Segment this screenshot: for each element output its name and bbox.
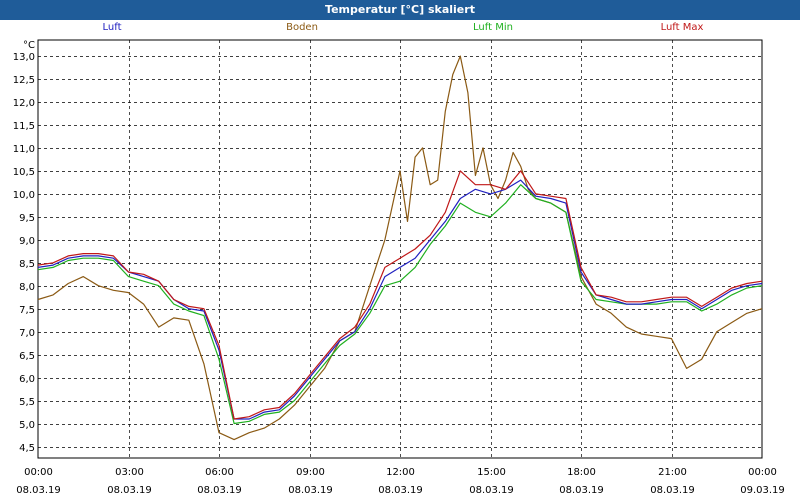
chart-window: Temperatur [°C] skaliert Luft Boden Luft M… [0,0,800,500]
y-tick-label: 12,5 [13,75,35,86]
x-tick-time: 12:00 [386,467,415,478]
y-tick-label: 9,0 [19,236,35,247]
y-tick-label: 5,0 [19,420,35,431]
y-tick-label: 6,0 [19,374,35,385]
x-tick-date: 08.03.19 [378,485,423,496]
y-unit-label: °C [23,40,35,51]
x-tick-time: 21:00 [658,467,687,478]
y-tick-label: 10,5 [13,167,35,178]
temperature-chart: 4,5 5,0 5,5 6,0 6,5 7,0 7,5 8,0 8,5 9,0 9,5 10,0 10,… [13,39,785,496]
x-tick-date: 08.03.19 [16,485,61,496]
x-tick-date: 08.03.19 [469,485,514,496]
y-tick-label: 8,0 [19,282,35,293]
y-tick-label: 6,5 [19,351,35,362]
x-tick-time: 00:00 [748,467,777,478]
y-tick-label: 12,0 [13,98,35,109]
y-tick-label: 5,5 [19,397,35,408]
y-tick-label: 10,0 [13,190,35,201]
x-tick-time: 18:00 [567,467,596,478]
x-tick-date: 09.03.19 [740,485,785,496]
x-tick-time: 03:00 [115,467,144,478]
x-tick-time: 15:00 [477,467,506,478]
x-tick-date: 08.03.19 [107,485,152,496]
y-tick-label: 7,5 [19,305,35,316]
x-tick-date: 08.03.19 [288,485,333,496]
x-tick-time: 09:00 [296,467,325,478]
x-tick-date: 08.03.19 [650,485,695,496]
x-tick-date: 08.03.19 [559,485,604,496]
y-tick-label: 11,0 [13,144,35,155]
y-tick-label: 8,5 [19,259,35,270]
y-tick-label: 11,5 [13,121,35,132]
x-tick-time: 00:00 [24,467,53,478]
y-tick-label: 9,5 [19,213,35,224]
x-tick-date: 08.03.19 [197,485,242,496]
x-tick-time: 06:00 [205,467,234,478]
y-tick-label: 7,0 [19,328,35,339]
y-tick-label: 13,0 [13,52,35,63]
y-tick-label: 4,5 [19,443,35,454]
